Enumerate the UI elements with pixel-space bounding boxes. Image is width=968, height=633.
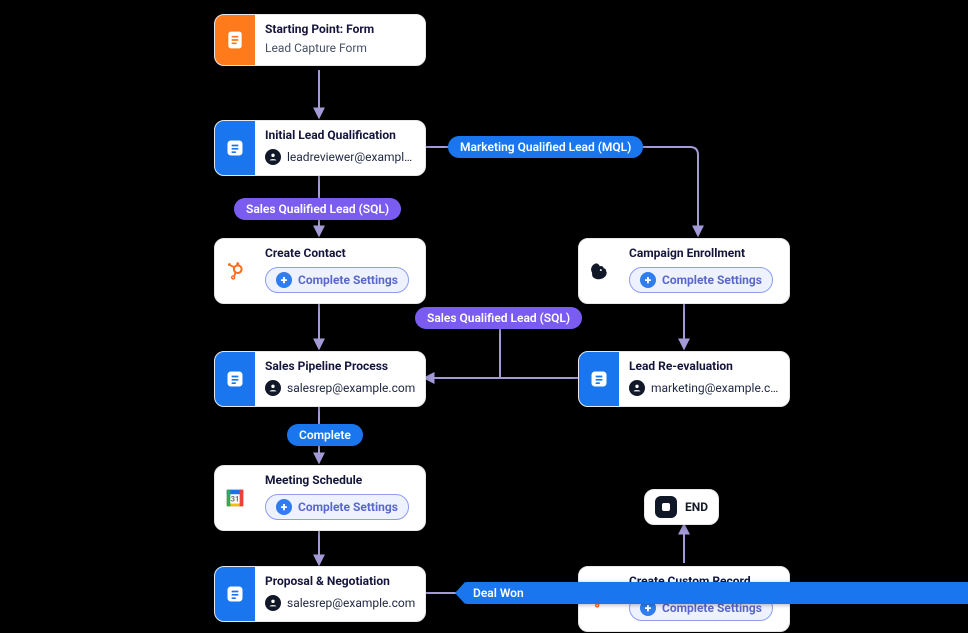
svg-text:31: 31 xyxy=(231,495,239,504)
node-qualify[interactable]: Initial Lead Qualification leadreviewer@… xyxy=(214,120,426,176)
complete-settings-button[interactable]: + Complete Settings xyxy=(629,267,773,293)
complete-settings-button[interactable]: + Complete Settings xyxy=(265,267,409,293)
edge-label-mql: Marketing Qualified Lead (MQL) xyxy=(448,136,643,158)
edge-label-sql2: Sales Qualified Lead (SQL) xyxy=(415,307,582,329)
end-label: END xyxy=(685,500,708,514)
complete-settings-label: Complete Settings xyxy=(298,273,398,287)
complete-settings-label: Complete Settings xyxy=(662,273,762,287)
node-assignee: marketing@example.c… xyxy=(629,380,779,396)
edge-label-sql1: Sales Qualified Lead (SQL) xyxy=(234,198,401,220)
plus-icon: + xyxy=(640,272,656,288)
person-icon xyxy=(265,595,281,611)
node-title: Starting Point: Form xyxy=(265,23,415,37)
plus-icon: + xyxy=(276,272,292,288)
task-list-icon xyxy=(579,352,619,406)
stop-icon xyxy=(655,496,677,518)
node-title: Sales Pipeline Process xyxy=(265,360,415,374)
node-campaign[interactable]: Campaign Enrollment + Complete Settings xyxy=(578,238,790,304)
edge-label-complete: Complete xyxy=(287,424,363,446)
workflow-canvas: Starting Point: Form Lead Capture Form I… xyxy=(0,0,968,633)
person-icon xyxy=(629,380,645,396)
edge-label-dealwon: Deal Won xyxy=(463,582,968,604)
node-meeting[interactable]: 31 Meeting Schedule + Complete Settings xyxy=(214,465,426,531)
plus-icon: + xyxy=(276,499,292,515)
node-subtitle: Lead Capture Form xyxy=(265,41,415,55)
node-assignee: leadreviewer@exampl… xyxy=(265,149,415,165)
task-list-icon xyxy=(215,352,255,406)
node-assignee: salesrep@example.com xyxy=(265,380,415,396)
node-title: Initial Lead Qualification xyxy=(265,129,415,143)
node-reeval[interactable]: Lead Re-evaluation marketing@example.c… xyxy=(578,351,790,407)
person-icon xyxy=(265,149,281,165)
assignee-email: salesrep@example.com xyxy=(287,381,415,395)
task-list-icon xyxy=(215,121,255,175)
assignee-email: leadreviewer@exampl… xyxy=(287,150,412,164)
node-end[interactable]: END xyxy=(644,489,719,525)
node-create-contact[interactable]: Create Contact + Complete Settings xyxy=(214,238,426,304)
complete-settings-label: Complete Settings xyxy=(298,500,398,514)
node-proposal[interactable]: Proposal & Negotiation salesrep@example.… xyxy=(214,566,426,622)
assignee-email: marketing@example.c… xyxy=(651,381,778,395)
hubspot-icon xyxy=(215,239,255,303)
person-icon xyxy=(265,380,281,396)
node-title: Create Contact xyxy=(265,247,415,261)
node-title: Meeting Schedule xyxy=(265,474,415,488)
task-list-icon xyxy=(215,567,255,621)
node-pipeline[interactable]: Sales Pipeline Process salesrep@example.… xyxy=(214,351,426,407)
node-title: Campaign Enrollment xyxy=(629,247,779,261)
form-icon xyxy=(215,15,255,65)
complete-settings-button[interactable]: + Complete Settings xyxy=(265,494,409,520)
mailchimp-icon xyxy=(579,239,619,303)
google-calendar-icon: 31 xyxy=(215,466,255,530)
node-start[interactable]: Starting Point: Form Lead Capture Form xyxy=(214,14,426,66)
node-title: Proposal & Negotiation xyxy=(265,575,415,589)
assignee-email: salesrep@example.com xyxy=(287,596,415,610)
node-assignee: salesrep@example.com xyxy=(265,595,415,611)
node-title: Lead Re-evaluation xyxy=(629,360,779,374)
